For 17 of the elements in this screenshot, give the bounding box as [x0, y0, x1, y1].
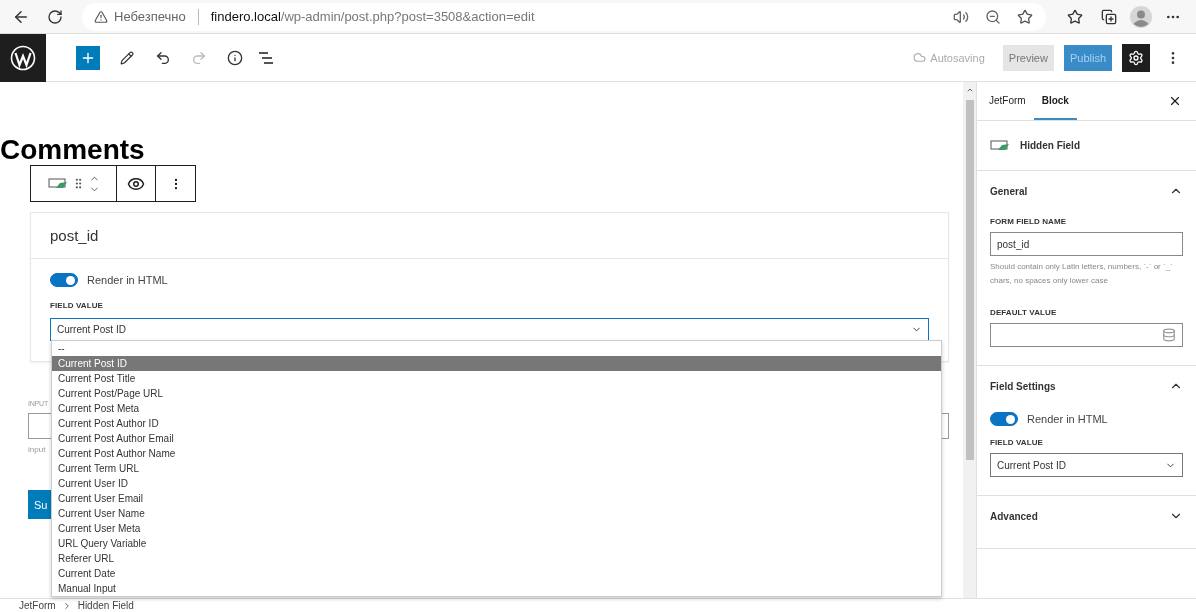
- url-text: findero.local/wp-admin/post.php?post=3508&action=edit: [210, 9, 536, 24]
- panel-title: Advanced: [990, 510, 1038, 522]
- field-label: FORM FIELD NAME: [990, 217, 1068, 226]
- panel-title: Field Settings: [990, 380, 1056, 392]
- panel-title: General: [990, 185, 1028, 197]
- help-text: Should contain only Latin letters, numbers, `-` or `_` chars, no spaces only lower case: [990, 261, 1174, 287]
- field-title: post_id: [50, 227, 99, 244]
- autosave-status: Autosaving: [930, 51, 985, 64]
- field-label: FIELD VALUE: [990, 438, 1044, 447]
- toggle-label: Render in HTML: [87, 274, 168, 286]
- toggle-label: Render in HTML: [1027, 413, 1108, 425]
- help-text: input: [28, 445, 46, 454]
- field-label: FIELD VALUE: [50, 301, 104, 310]
- page-heading: Comments: [0, 135, 146, 165]
- field-label: DEFAULT VALUE: [990, 308, 1058, 317]
- block-name: Hidden Field: [1020, 140, 1080, 151]
- security-label: Небезпечно: [114, 9, 186, 24]
